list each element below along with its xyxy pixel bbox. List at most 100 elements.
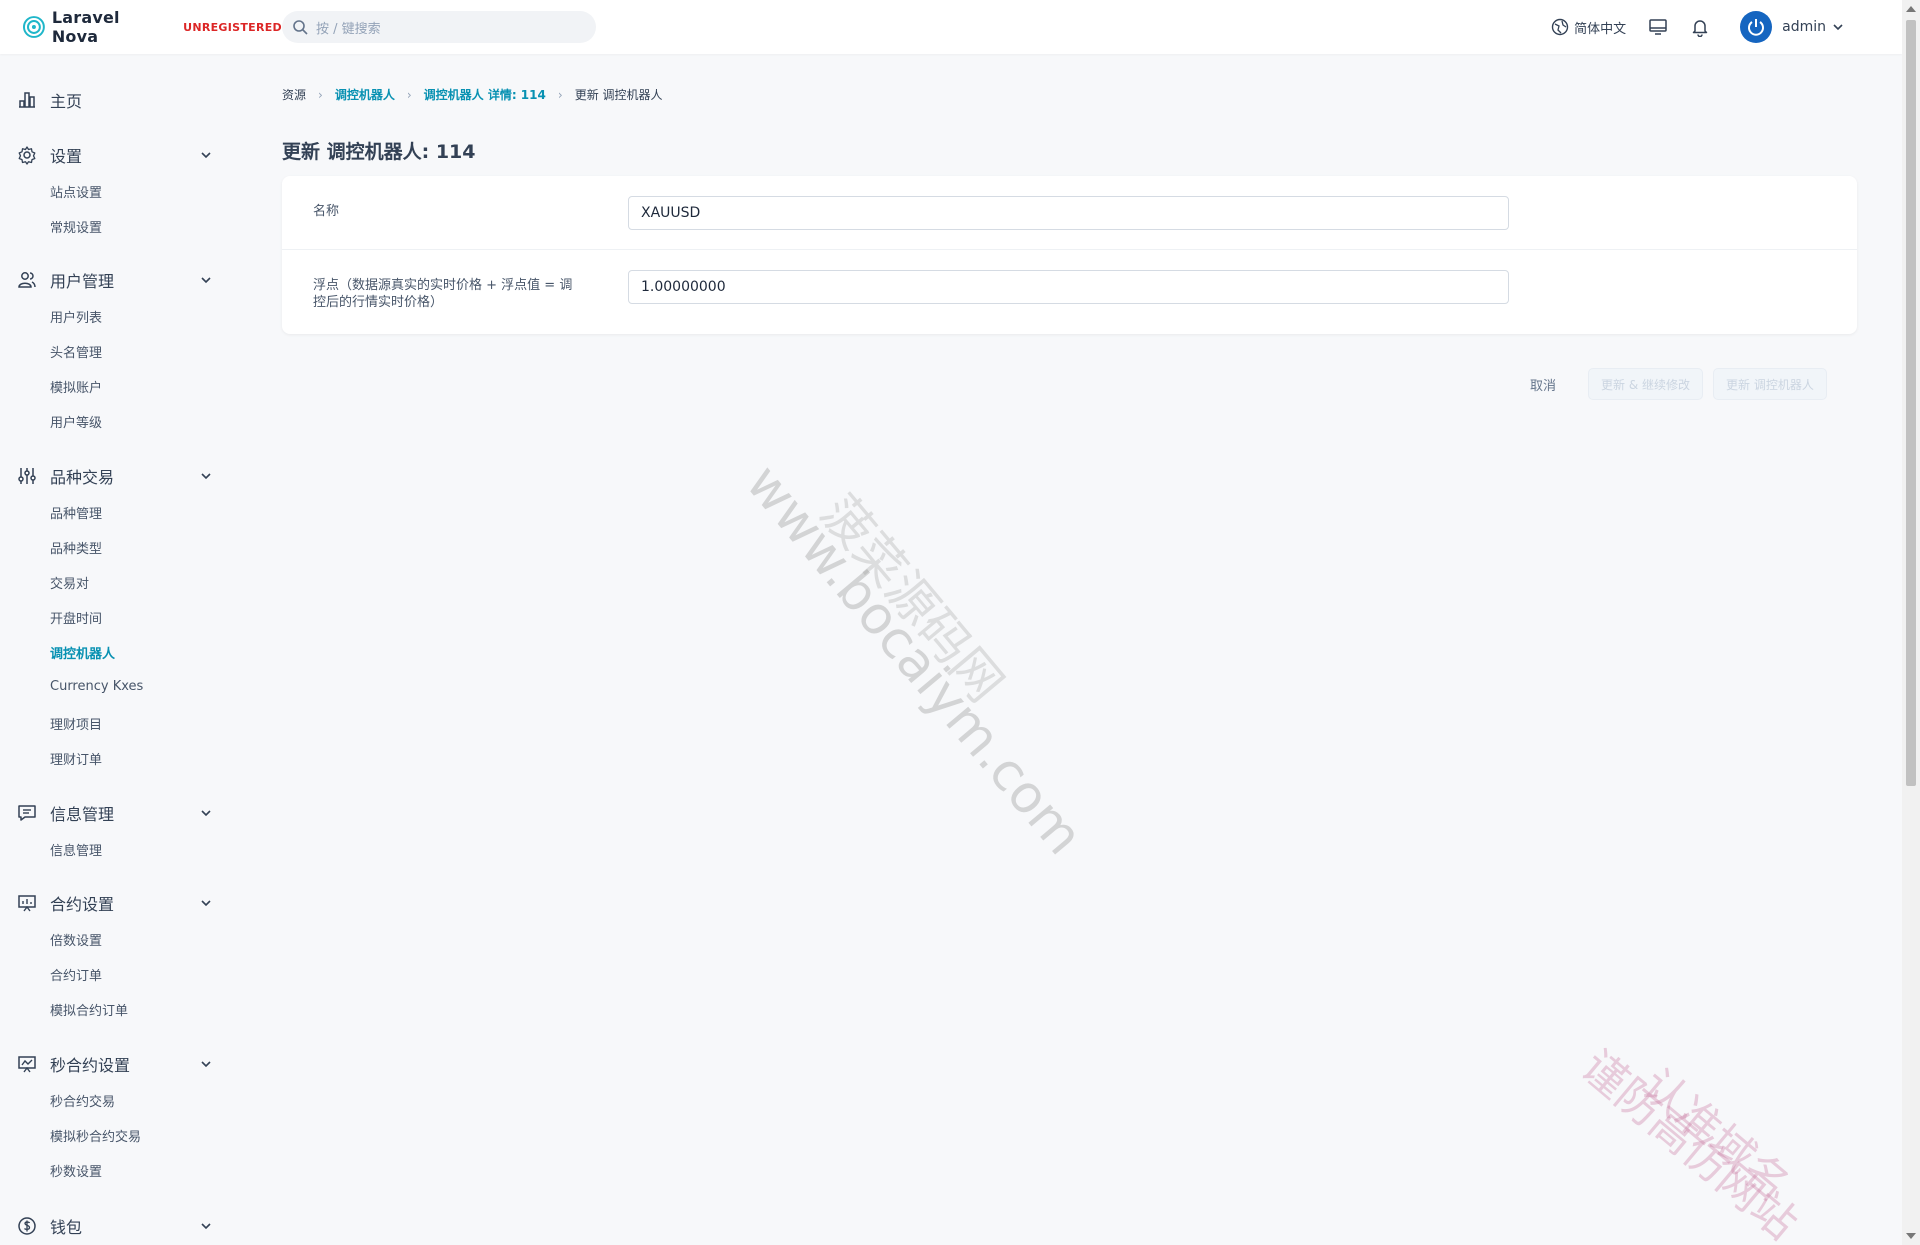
screen-button[interactable] [1648, 17, 1668, 37]
search-icon [293, 20, 308, 35]
scrollbar-thumb[interactable] [1906, 20, 1916, 786]
sidebar-item-user-list[interactable]: 用户列表 [50, 307, 102, 326]
sidebar-label: 品种交易 [50, 468, 115, 487]
user-menu[interactable]: admin [1740, 11, 1844, 43]
name-field-label: 名称 [313, 204, 340, 219]
sidebar-item-contract-orders[interactable]: 合约订单 [50, 965, 102, 984]
sidebar-item-second-contract-trading[interactable]: 秒合约交易 [50, 1091, 115, 1110]
breadcrumb: 资源 › 调控机器人 › 调控机器人 详情: 114 › 更新 调控机器人 [282, 86, 663, 103]
breadcrumb-separator-icon: › [406, 87, 412, 102]
power-icon [1748, 19, 1765, 36]
sidebar-item-title-management[interactable]: 头名管理 [50, 342, 102, 361]
chat-icon [16, 802, 38, 824]
float-field-label: 浮点（数据源真实的实时价格 + 浮点值 = 调控后的行情实时价格） [313, 278, 573, 310]
sidebar-item-trading-pairs[interactable]: 交易对 [50, 573, 89, 592]
sidebar-group-trading: 品种交易 [0, 463, 240, 489]
language-switcher[interactable]: 简体中文 [1551, 18, 1626, 37]
sidebar: 主页 设置 站点设置 常规设置 用户管理 用户列表 头名管理 模拟账户 用户等级 [0, 54, 256, 1245]
sidebar-item-wealth-projects[interactable]: 理财项目 [50, 714, 102, 733]
breadcrumb-robot-detail[interactable]: 调控机器人 详情: 114 [424, 86, 546, 103]
sidebar-item-second-contract-settings[interactable]: 秒合约设置 [0, 1051, 240, 1077]
breadcrumb-resources: 资源 [282, 88, 307, 102]
gear-icon [16, 144, 38, 166]
sidebar-item-wallet[interactable]: 钱包 [0, 1213, 240, 1239]
breadcrumb-separator-icon: › [318, 87, 323, 102]
presentation-icon [16, 892, 38, 914]
watermark-url: www.bocaiym.com [734, 453, 1094, 867]
sidebar-item-message-management[interactable]: 信息管理 [0, 800, 240, 826]
desktop-icon [1649, 19, 1667, 35]
sidebar-group-contracts: 合约设置 [0, 890, 240, 916]
dollar-icon [16, 1215, 38, 1237]
search-input[interactable]: 按 / 键搜索 [282, 11, 596, 43]
watermark-warning: 谨防高仿网站 [1571, 1041, 1807, 1245]
sidebar-item-demo-second-contract-trading[interactable]: 模拟秒合约交易 [50, 1126, 141, 1145]
chevron-down-icon [201, 1223, 211, 1230]
brand-logo[interactable]: Laravel Nova UNREGISTERED [22, 8, 282, 46]
scroll-up-icon[interactable] [1906, 6, 1916, 12]
sidebar-label: 合约设置 [50, 895, 115, 914]
form-row-name: 名称 [282, 176, 1857, 250]
float-field[interactable] [628, 270, 1509, 304]
bell-icon [1692, 20, 1708, 37]
sidebar-label: 信息管理 [50, 805, 115, 824]
watermark-domain-notice: 认准域名 [1631, 1059, 1799, 1212]
top-header: Laravel Nova UNREGISTERED 按 / 键搜索 简体中文 a… [0, 0, 1902, 54]
form-actions: 取消 更新 & 继续修改 更新 调控机器人 [1530, 368, 1827, 400]
sliders-icon [16, 465, 38, 487]
chevron-down-icon [201, 810, 211, 817]
sidebar-item-contract-settings[interactable]: 合约设置 [0, 890, 240, 916]
scroll-down-icon[interactable] [1906, 1233, 1916, 1239]
sidebar-label: 设置 [50, 147, 83, 166]
chevron-down-icon [1833, 24, 1843, 31]
sidebar-label: 用户管理 [50, 272, 115, 291]
sidebar-item-control-robot[interactable]: 调控机器人 [50, 643, 115, 662]
language-label: 简体中文 [1574, 21, 1627, 37]
sidebar-group-settings: 设置 [0, 142, 240, 168]
chevron-down-icon [201, 1061, 211, 1068]
breadcrumb-separator-icon: › [557, 87, 563, 102]
sidebar-item-currency-kxes[interactable]: Currency Kxes [50, 679, 143, 694]
sidebar-label: 钱包 [50, 1218, 83, 1237]
sidebar-item-product-types[interactable]: 品种类型 [50, 538, 102, 557]
page-scrollbar[interactable] [1902, 0, 1920, 1245]
globe-icon [1551, 18, 1569, 36]
update-button[interactable]: 更新 调控机器人 [1713, 368, 1827, 400]
update-continue-button[interactable]: 更新 & 继续修改 [1588, 368, 1704, 400]
chevron-down-icon [201, 900, 211, 907]
search-placeholder: 按 / 键搜索 [316, 21, 381, 37]
sidebar-group-second-contracts: 秒合约设置 [0, 1051, 240, 1077]
sidebar-item-site-settings[interactable]: 站点设置 [50, 182, 102, 201]
cancel-button[interactable]: 取消 [1530, 375, 1556, 394]
form-row-float: 浮点（数据源真实的实时价格 + 浮点值 = 调控后的行情实时价格） [282, 250, 1857, 334]
chevron-down-icon [201, 277, 211, 284]
sidebar-group-home: 主页 [0, 87, 240, 113]
presentation-chart-icon [16, 1053, 38, 1075]
page-title: 更新 调控机器人: 114 [282, 141, 476, 163]
sidebar-item-opening-hours[interactable]: 开盘时间 [50, 608, 102, 627]
sidebar-item-user-management[interactable]: 用户管理 [0, 267, 240, 293]
sidebar-group-users: 用户管理 [0, 267, 240, 293]
sidebar-item-home[interactable]: 主页 [0, 87, 240, 113]
sidebar-item-seconds-settings[interactable]: 秒数设置 [50, 1161, 102, 1180]
sidebar-item-product-trading[interactable]: 品种交易 [0, 463, 240, 489]
sidebar-item-user-levels[interactable]: 用户等级 [50, 412, 102, 431]
sidebar-item-multiplier-settings[interactable]: 倍数设置 [50, 930, 102, 949]
notifications-button[interactable] [1690, 17, 1710, 37]
sidebar-item-demo-contract-orders[interactable]: 模拟合约订单 [50, 1000, 128, 1019]
chevron-down-icon [201, 473, 211, 480]
name-field[interactable] [628, 196, 1509, 230]
users-icon [16, 269, 38, 291]
sidebar-item-demo-accounts[interactable]: 模拟账户 [50, 377, 102, 396]
sidebar-label: 秒合约设置 [50, 1056, 131, 1075]
breadcrumb-control-robot[interactable]: 调控机器人 [335, 86, 395, 103]
sidebar-item-product-management[interactable]: 品种管理 [50, 503, 102, 522]
breadcrumb-current: 更新 调控机器人 [574, 88, 663, 102]
sidebar-item-settings[interactable]: 设置 [0, 142, 240, 168]
sidebar-item-general-settings[interactable]: 常规设置 [50, 217, 102, 236]
sidebar-item-messages[interactable]: 信息管理 [50, 840, 102, 859]
sidebar-item-wealth-orders[interactable]: 理财订单 [50, 749, 102, 768]
chart-bar-icon [16, 89, 38, 111]
edit-form-card: 名称 浮点（数据源真实的实时价格 + 浮点值 = 调控后的行情实时价格） [282, 176, 1857, 334]
unregistered-badge: UNREGISTERED [183, 20, 282, 34]
